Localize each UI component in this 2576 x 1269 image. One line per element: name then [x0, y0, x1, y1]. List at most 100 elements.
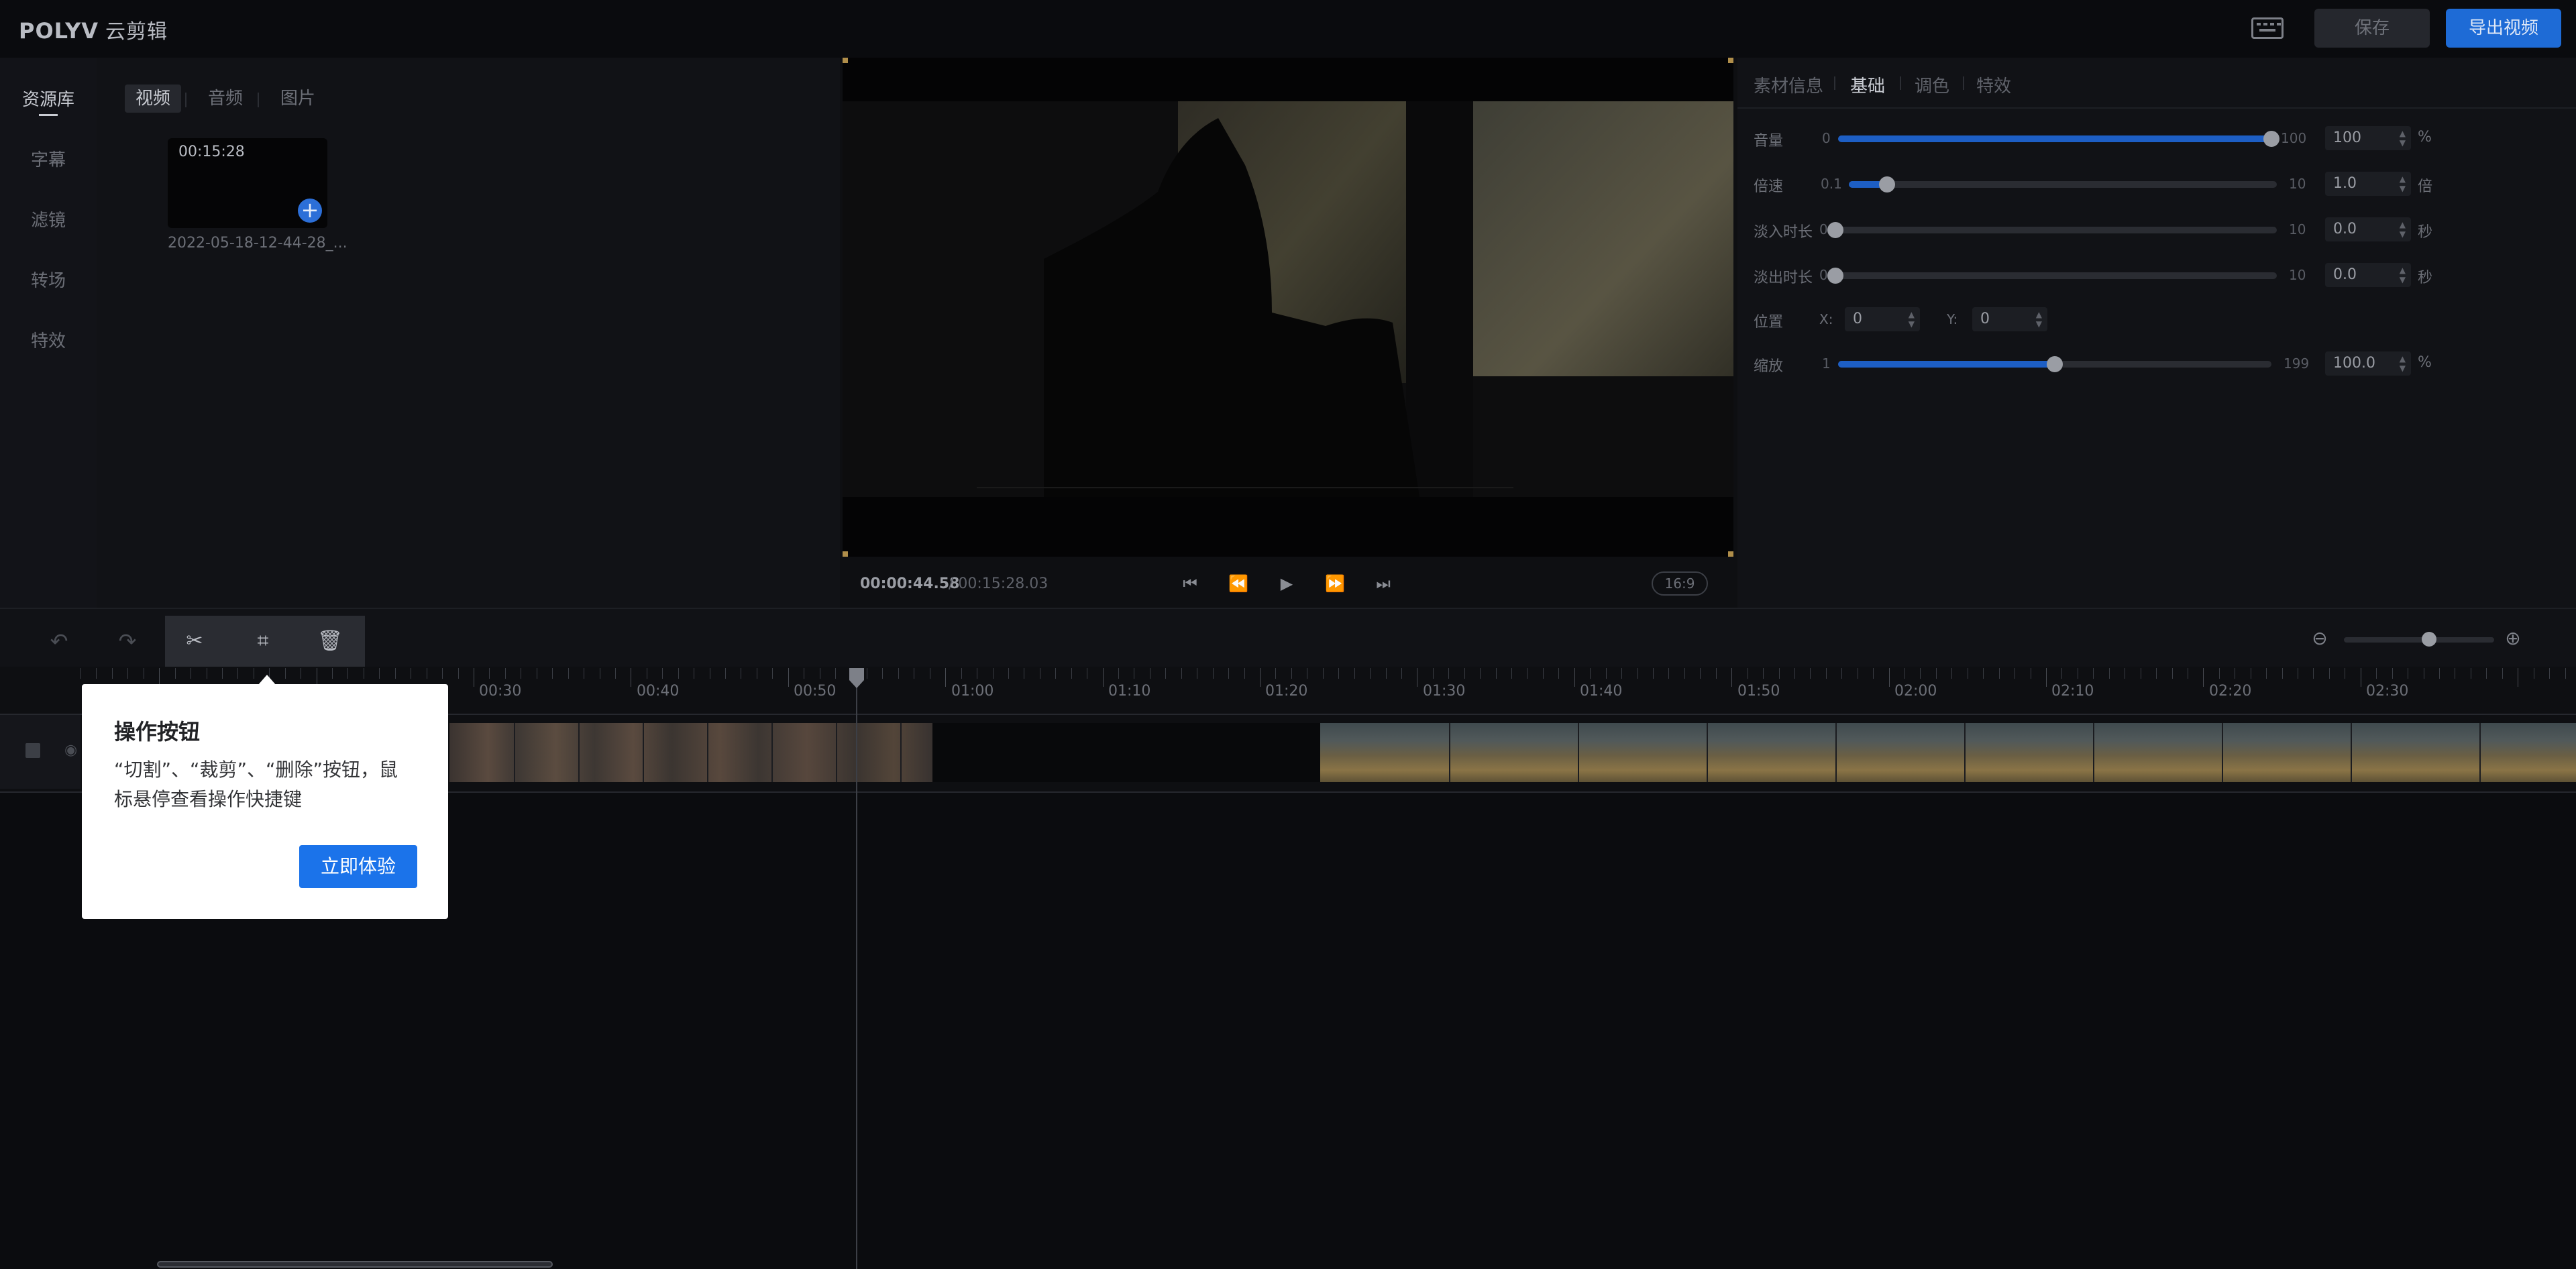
timeline-scrollbar[interactable] [157, 1261, 553, 1268]
stepper-icon[interactable]: ▲ ▼ [2400, 129, 2406, 148]
ruler-tick [1448, 668, 1449, 679]
ruler-tick [80, 668, 81, 679]
ruler-tick [1008, 668, 1009, 679]
stepper-icon[interactable]: ▲ ▼ [2400, 174, 2406, 193]
rail-item-transitions[interactable]: 转场 [0, 267, 97, 292]
scale-slider[interactable] [1838, 356, 2271, 372]
cut-icon[interactable]: ✂ [177, 624, 212, 659]
add-to-timeline-icon[interactable]: + [298, 199, 322, 223]
undo-icon[interactable]: ↶ [42, 624, 76, 659]
volume-slider[interactable] [1838, 131, 2279, 147]
skip-to-end-icon[interactable]: ⏭ [1373, 573, 1394, 594]
play-icon[interactable]: ▶ [1276, 573, 1297, 594]
zoom-knob[interactable] [2422, 632, 2436, 647]
tooltip-title: 操作按钮 [114, 719, 201, 744]
position-x-input[interactable]: 0 ▲ ▼ [1845, 307, 1920, 331]
fast-forward-icon[interactable]: ⏩ [1324, 573, 1346, 594]
ruler-tick [2172, 668, 2173, 679]
rail-item-library[interactable]: 资源库 [0, 86, 97, 111]
ruler-tick [1716, 668, 1717, 679]
try-now-button[interactable]: 立即体验 [299, 845, 417, 888]
redo-icon[interactable]: ↷ [110, 624, 145, 659]
ruler-tick [1118, 668, 1119, 679]
stepper-icon[interactable]: ▲ ▼ [2400, 220, 2406, 239]
timeline-clip[interactable] [1320, 723, 2576, 782]
fade-in-knob[interactable] [1827, 222, 1843, 238]
ruler-tick [505, 668, 506, 679]
ruler-tick [961, 668, 962, 679]
export-video-button[interactable]: 导出视频 [2446, 9, 2561, 48]
stepper-icon[interactable]: ▲ ▼ [1909, 310, 1915, 329]
tab-video[interactable]: 视频 [125, 85, 182, 113]
selection-corner[interactable] [1728, 551, 1733, 557]
track-visibility-icon[interactable]: ◉ [64, 742, 77, 759]
ruler-tick [1433, 668, 1434, 679]
zoom-in-icon[interactable]: ⊕ [2501, 626, 2525, 651]
keyboard-shortcuts-icon[interactable] [2251, 17, 2284, 39]
ruler-tick [1496, 668, 1497, 679]
stepper-icon[interactable]: ▲ ▼ [2400, 354, 2406, 373]
zoom-slider[interactable] [2344, 637, 2494, 643]
fade-in-unit: 秒 [2418, 224, 2433, 241]
fade-out-slider[interactable] [1827, 268, 2277, 284]
ruler-tick [662, 668, 663, 679]
fade-in-label: 淡入时长 [1754, 224, 1813, 241]
volume-value: 100 [2333, 129, 2361, 146]
tab-effects[interactable]: 特效 [1976, 72, 2011, 97]
rewind-icon[interactable]: ⏪ [1228, 573, 1249, 594]
save-button[interactable]: 保存 [2314, 9, 2430, 48]
selection-corner[interactable] [843, 58, 848, 63]
volume-fill [1838, 135, 2271, 142]
stepper-icon[interactable]: ▲ ▼ [2036, 310, 2042, 329]
tab-divider [258, 93, 259, 107]
speed-input[interactable]: 1.0 ▲ ▼ [2325, 172, 2411, 196]
timeline-clip[interactable] [932, 723, 1320, 782]
volume-label: 音量 [1754, 133, 1784, 150]
rail-item-effects[interactable]: 特效 [0, 327, 97, 352]
ruler-label: 01:00 [951, 683, 994, 700]
crop-icon[interactable]: ⌗ [246, 624, 280, 659]
speed-slider[interactable] [1849, 176, 2277, 192]
volume-knob[interactable] [2263, 131, 2279, 147]
speed-max: 10 [2289, 176, 2306, 192]
position-label: 位置 [1754, 314, 1784, 331]
position-y-input[interactable]: 0 ▲ ▼ [1972, 307, 2047, 331]
scale-knob[interactable] [2047, 356, 2063, 372]
ruler-tick [2329, 668, 2330, 679]
selection-corner[interactable] [1728, 58, 1733, 63]
scale-value: 100.0 [2333, 355, 2375, 372]
tab-audio[interactable]: 音频 [197, 85, 254, 113]
stepper-icon[interactable]: ▲ ▼ [2400, 266, 2406, 284]
fade-in-input[interactable]: 0.0 ▲ ▼ [2325, 217, 2411, 241]
ruler-tick [2549, 668, 2550, 679]
fade-in-slider[interactable] [1827, 222, 2277, 238]
selection-corner[interactable] [843, 551, 848, 557]
tab-material-info[interactable]: 素材信息 [1754, 72, 1823, 97]
volume-input[interactable]: 100 ▲ ▼ [2325, 126, 2411, 150]
tab-divider [1834, 76, 1835, 90]
scale-input[interactable]: 100.0 ▲ ▼ [2325, 351, 2411, 376]
ruler-tick [1889, 668, 1890, 687]
track-lock-icon[interactable] [25, 743, 40, 758]
tab-color[interactable]: 调色 [1915, 72, 1949, 97]
thumbnail-filename: 2022-05-18-12-44-28_... [168, 235, 347, 252]
skip-to-start-icon[interactable]: ⏮ [1179, 573, 1201, 594]
tab-divider [185, 93, 186, 107]
fade-out-input[interactable]: 0.0 ▲ ▼ [2325, 263, 2411, 287]
timeline-clip[interactable] [449, 723, 932, 782]
aspect-ratio-button[interactable]: 16:9 [1652, 571, 1708, 596]
ruler-tick [945, 668, 946, 687]
ruler-tick [1684, 668, 1685, 679]
ruler-label: 01:30 [1423, 683, 1466, 700]
ruler-tick [2392, 668, 2393, 679]
tab-images[interactable]: 图片 [270, 85, 326, 113]
rail-item-subtitles[interactable]: 字幕 [0, 146, 97, 171]
current-time: 00:00:44.58 [860, 575, 960, 592]
fade-out-knob[interactable] [1827, 268, 1843, 284]
delete-icon[interactable]: 🗑 [313, 624, 347, 659]
video-preview[interactable] [843, 58, 1733, 557]
rail-item-filters[interactable]: 滤镜 [0, 207, 97, 231]
zoom-out-icon[interactable]: ⊖ [2308, 626, 2332, 651]
tab-basic[interactable]: 基础 [1850, 72, 1885, 97]
ruler-tick [347, 668, 348, 679]
